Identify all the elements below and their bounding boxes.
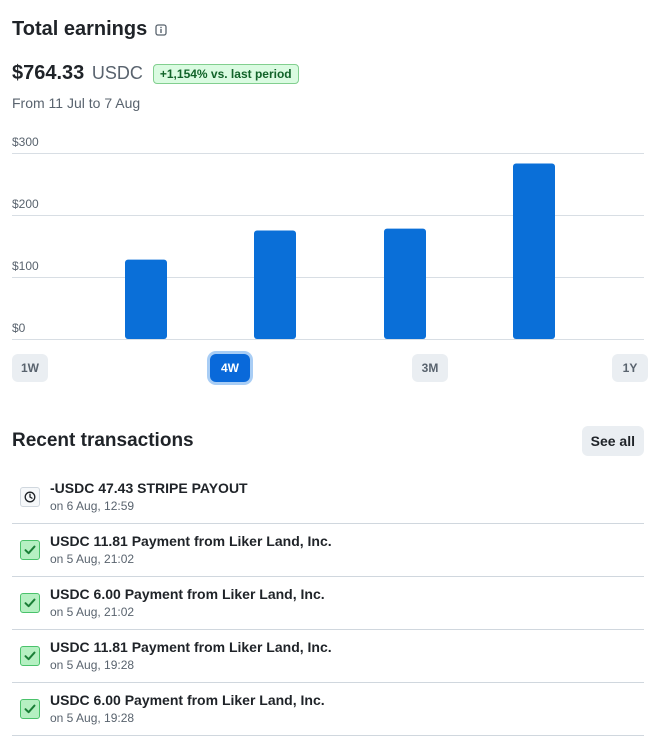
check-icon <box>20 540 40 560</box>
change-badge: +1,154% vs. last period <box>152 63 299 84</box>
transaction-row[interactable]: USDC 11.81 Payment from Liker Land, Inc.… <box>12 630 644 683</box>
earnings-header: Total earnings <box>12 18 167 41</box>
transaction-row[interactable]: USDC 11.81 Payment from Liker Land, Inc.… <box>12 524 644 577</box>
transaction-text: USDC 11.81 Payment from Liker Land, Inc.… <box>50 638 332 674</box>
range-selector: 1W 4W 3M 1Y <box>0 354 672 384</box>
chart-bar[interactable] <box>384 228 426 339</box>
y-tick-label: $200 <box>12 197 39 211</box>
amount-currency: USDC <box>91 63 143 83</box>
transaction-row[interactable]: USDC 6.00 Payment from Liker Land, Inc. o… <box>12 577 644 630</box>
transaction-time: on 5 Aug, 21:02 <box>50 605 135 619</box>
amount-value: $764.33 <box>12 62 85 84</box>
earnings-page: Total earnings $764.33 USDC +1,154% vs. … <box>0 0 672 753</box>
earnings-bar-chart: $0 $100 $200 $300 <box>12 135 644 340</box>
transactions-list: -USDC 47.43 STRIPE PAYOUT on 6 Aug, 12:59… <box>12 471 644 736</box>
transaction-label: USDC 11.81 Payment from Liker Land, Inc. <box>50 533 332 549</box>
chart-bar[interactable] <box>125 259 167 339</box>
range-button-3m[interactable]: 3M <box>412 354 448 382</box>
total-amount: $764.33 USDC <box>12 62 143 85</box>
check-icon <box>20 699 40 719</box>
range-button-4w[interactable]: 4W <box>210 354 250 382</box>
see-all-button[interactable]: See all <box>581 426 644 456</box>
transaction-label: USDC 6.00 Payment from Liker Land, Inc. <box>50 692 325 708</box>
transaction-label: USDC 6.00 Payment from Liker Land, Inc. <box>50 586 325 602</box>
range-button-1y[interactable]: 1Y <box>612 354 648 382</box>
check-icon <box>20 593 40 613</box>
transaction-time: on 6 Aug, 12:59 <box>50 499 135 513</box>
clock-icon <box>20 487 40 507</box>
transaction-time: on 5 Aug, 19:28 <box>50 658 135 672</box>
transactions-title: Recent transactions <box>12 430 194 451</box>
transaction-row[interactable]: -USDC 47.43 STRIPE PAYOUT on 6 Aug, 12:59 <box>12 471 644 524</box>
chart-bar[interactable] <box>513 163 555 339</box>
transaction-text: -USDC 47.43 STRIPE PAYOUT on 6 Aug, 12:59 <box>50 479 248 515</box>
y-tick-label: $0 <box>12 321 26 335</box>
amount-row: $764.33 USDC +1,154% vs. last period <box>12 62 299 85</box>
check-icon <box>20 646 40 666</box>
earnings-chart: $0 $100 $200 $300 <box>0 130 672 350</box>
page-title: Total earnings <box>12 18 148 40</box>
transaction-label: USDC 11.81 Payment from Liker Land, Inc. <box>50 639 332 655</box>
transaction-label: -USDC 47.43 STRIPE PAYOUT <box>50 480 248 496</box>
transaction-text: USDC 11.81 Payment from Liker Land, Inc.… <box>50 532 332 568</box>
transaction-text: USDC 6.00 Payment from Liker Land, Inc. o… <box>50 691 325 727</box>
info-icon[interactable] <box>155 23 167 36</box>
transaction-text: USDC 6.00 Payment from Liker Land, Inc. o… <box>50 585 325 621</box>
transaction-time: on 5 Aug, 21:02 <box>50 552 135 566</box>
chart-bar[interactable] <box>254 230 296 340</box>
transaction-time: on 5 Aug, 19:28 <box>50 711 135 725</box>
transaction-row[interactable]: USDC 6.00 Payment from Liker Land, Inc. o… <box>12 683 644 736</box>
transactions-header: Recent transactions See all <box>12 426 644 456</box>
range-button-1w[interactable]: 1W <box>12 354 48 382</box>
y-tick-label: $300 <box>12 135 39 149</box>
period-range: From 11 Jul to 7 Aug <box>12 95 141 111</box>
y-tick-label: $100 <box>12 259 39 273</box>
